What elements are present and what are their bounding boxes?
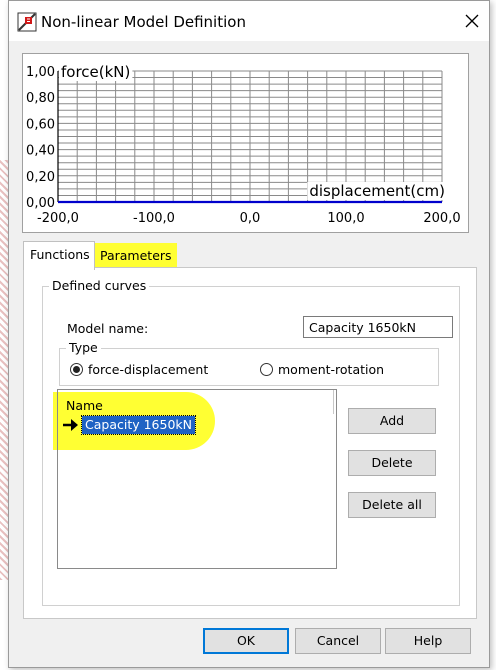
type-legend: Type	[66, 340, 101, 355]
type-group: Type force-displacement moment-rotation	[59, 340, 439, 386]
y-tick-label: 0,40	[26, 144, 55, 159]
app-logo-icon	[17, 12, 37, 32]
y-tick-label: 0,20	[26, 170, 55, 185]
arrow-right-icon	[63, 419, 78, 431]
y-tick-label: 0,60	[26, 117, 55, 132]
cancel-button[interactable]: Cancel	[295, 628, 381, 654]
x-tick-label: 200,0	[423, 211, 460, 226]
list-divider	[333, 390, 334, 414]
list-item-label: Capacity 1650kN	[80, 415, 197, 435]
curve-list[interactable]: Name Capacity 1650kN	[57, 389, 337, 569]
radio-force-displacement[interactable]	[70, 363, 83, 376]
help-button[interactable]: Help	[385, 628, 471, 654]
ok-button[interactable]: OK	[203, 628, 289, 654]
x-tick-label: 100,0	[327, 211, 364, 226]
x-tick-label: -200,0	[37, 211, 79, 226]
y-tick-label: 0,00	[26, 196, 55, 211]
title-bar[interactable]: Non-linear Model Definition	[9, 1, 489, 41]
y-axis-label: force(kN)	[61, 63, 130, 81]
delete-button[interactable]: Delete	[348, 450, 436, 476]
defined-curves-legend: Defined curves	[49, 278, 150, 293]
model-name-label: Model name:	[67, 321, 149, 336]
functions-panel: Defined curves Model name: Type force-di…	[23, 267, 477, 619]
force-displacement-chart: 1,00 0,80 0,60 0,40 0,20 0,00-200,0 -100,0 0,0 1…	[26, 63, 461, 226]
tab-functions[interactable]: Functions	[23, 241, 95, 270]
dialog-title: Non-linear Model Definition	[41, 13, 246, 31]
y-tick-label: 1,00	[26, 65, 55, 80]
x-tick-label: 0,0	[240, 211, 261, 226]
y-tick-label: 0,80	[26, 91, 55, 106]
dialog-window: Non-linear Model Definition 1,00 0,80 0,60…	[8, 0, 490, 668]
radio-force-displacement-label[interactable]: force-displacement	[88, 362, 208, 377]
delete-all-button[interactable]: Delete all	[348, 492, 436, 518]
list-header-name: Name	[66, 398, 103, 413]
defined-curves-group: Defined curves Model name: Type force-di…	[42, 278, 460, 606]
radio-moment-rotation-label[interactable]: moment-rotation	[278, 362, 384, 377]
x-tick-label: -100,0	[133, 211, 175, 226]
radio-moment-rotation[interactable]	[260, 363, 273, 376]
background-pattern-left	[0, 160, 8, 580]
add-button[interactable]: Add	[348, 408, 436, 434]
model-name-input[interactable]	[303, 316, 453, 338]
tab-parameters[interactable]: Parameters	[93, 243, 177, 269]
x-axis-label: displacement(cm)	[309, 182, 445, 200]
chart-area: 1,00 0,80 0,60 0,40 0,20 0,00 -200,0 -100,0 0,0 1…	[22, 53, 469, 233]
close-icon[interactable]	[461, 10, 483, 32]
